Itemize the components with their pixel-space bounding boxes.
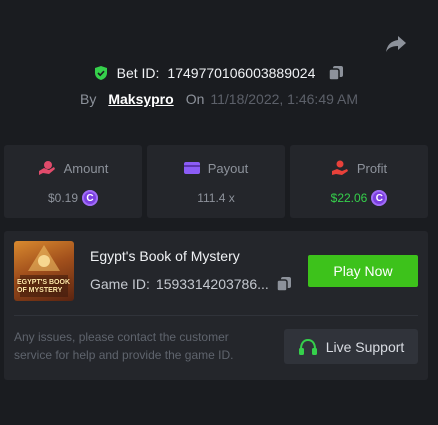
live-support-button[interactable]: Live Support <box>284 329 418 364</box>
copy-game-id-icon[interactable] <box>275 275 293 293</box>
copy-bet-id-icon[interactable] <box>327 64 345 82</box>
divider <box>14 315 418 316</box>
game-id-value: 1593314203786... <box>155 276 269 292</box>
game-card: EGYPT'S BOOK OF MYSTERY Egypt's Book of … <box>4 231 428 380</box>
thumbnail-title: EGYPT'S BOOK OF MYSTERY <box>17 279 71 294</box>
dollar-hand-icon <box>38 161 55 175</box>
bet-id-row: Bet ID: 1749770106003889024 <box>0 62 438 84</box>
stat-profit: Profit $22.06 C <box>290 145 428 218</box>
share-icon <box>386 36 406 52</box>
verified-shield-icon <box>93 65 109 81</box>
game-id-label: Game ID: <box>90 276 150 292</box>
play-now-button[interactable]: Play Now <box>308 255 418 287</box>
coin-icon: C <box>371 190 388 206</box>
stat-amount-label: Amount <box>63 160 109 176</box>
stat-profit-value: $22.06 <box>330 191 368 205</box>
stat-amount: Amount $0.19 C <box>4 145 142 218</box>
support-text: Any issues, please contact the customer … <box>14 330 234 362</box>
share-button[interactable] <box>384 33 408 55</box>
coin-icon: C <box>82 190 99 206</box>
wallet-icon <box>183 162 200 174</box>
bet-date: 11/18/2022, 1:46:49 AM <box>210 91 359 107</box>
author-row: By Maksypro On 11/18/2022, 1:46:49 AM <box>0 89 438 109</box>
live-support-label: Live Support <box>325 338 405 355</box>
bet-id-value: 1749770106003889024 <box>167 65 316 81</box>
stat-payout-value: 111.4 x <box>197 191 235 205</box>
game-name: Egypt's Book of Mystery <box>90 248 240 264</box>
by-label: By <box>79 91 97 107</box>
game-id-row: Game ID: 1593314203786... <box>90 275 293 293</box>
stat-payout-label: Payout <box>207 160 249 176</box>
bet-id-label: Bet ID: <box>116 65 160 81</box>
stat-profit-label: Profit <box>356 160 388 176</box>
headset-icon <box>298 338 317 355</box>
hand-coin-icon <box>331 160 348 175</box>
bet-stats: Amount $0.19 C Payout 111.4 x Profit $22… <box>4 145 428 218</box>
username-link[interactable]: Maksypro <box>108 91 173 107</box>
stat-payout: Payout 111.4 x <box>147 145 285 218</box>
on-label: On <box>185 91 205 107</box>
game-thumbnail[interactable]: EGYPT'S BOOK OF MYSTERY <box>14 241 74 301</box>
stat-amount-value: $0.19 <box>47 191 79 205</box>
